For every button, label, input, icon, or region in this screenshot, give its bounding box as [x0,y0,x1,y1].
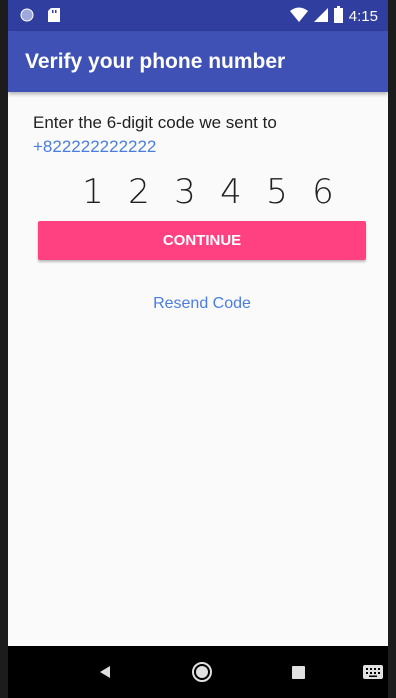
status-bar: 4:15 [8,0,388,31]
signal-icon [313,7,328,27]
code-digit-1[interactable]: 1 [78,172,108,212]
code-digit-3[interactable]: 3 [170,172,200,212]
battery-icon [333,6,343,27]
resend-code-link[interactable]: Resend Code [8,295,388,313]
app-bar: Verify your phone number [8,31,388,92]
recents-icon[interactable] [285,659,311,685]
wifi-icon [289,7,308,27]
code-digit-5[interactable]: 5 [262,172,292,212]
status-time: 4:15 [348,8,378,25]
code-digit-2[interactable]: 2 [124,172,154,212]
navigation-bar [8,646,388,698]
verification-code-input[interactable]: 1 2 3 4 5 6 [78,172,338,212]
device-screen: 4:15 Verify your phone number Enter the … [8,0,388,698]
phone-number: +822222222222 [33,137,157,156]
continue-button[interactable]: CONTINUE [38,221,366,260]
home-icon[interactable] [189,659,215,685]
sd-card-icon [48,8,60,27]
page-title: Verify your phone number [25,50,286,73]
back-icon[interactable] [92,659,118,685]
code-prompt: Enter the 6-digit code we sent to [33,113,277,132]
code-digit-6[interactable]: 6 [308,172,338,212]
sync-circle-icon [20,8,34,27]
keyboard-icon[interactable] [360,659,386,685]
code-digit-4[interactable]: 4 [216,172,246,212]
